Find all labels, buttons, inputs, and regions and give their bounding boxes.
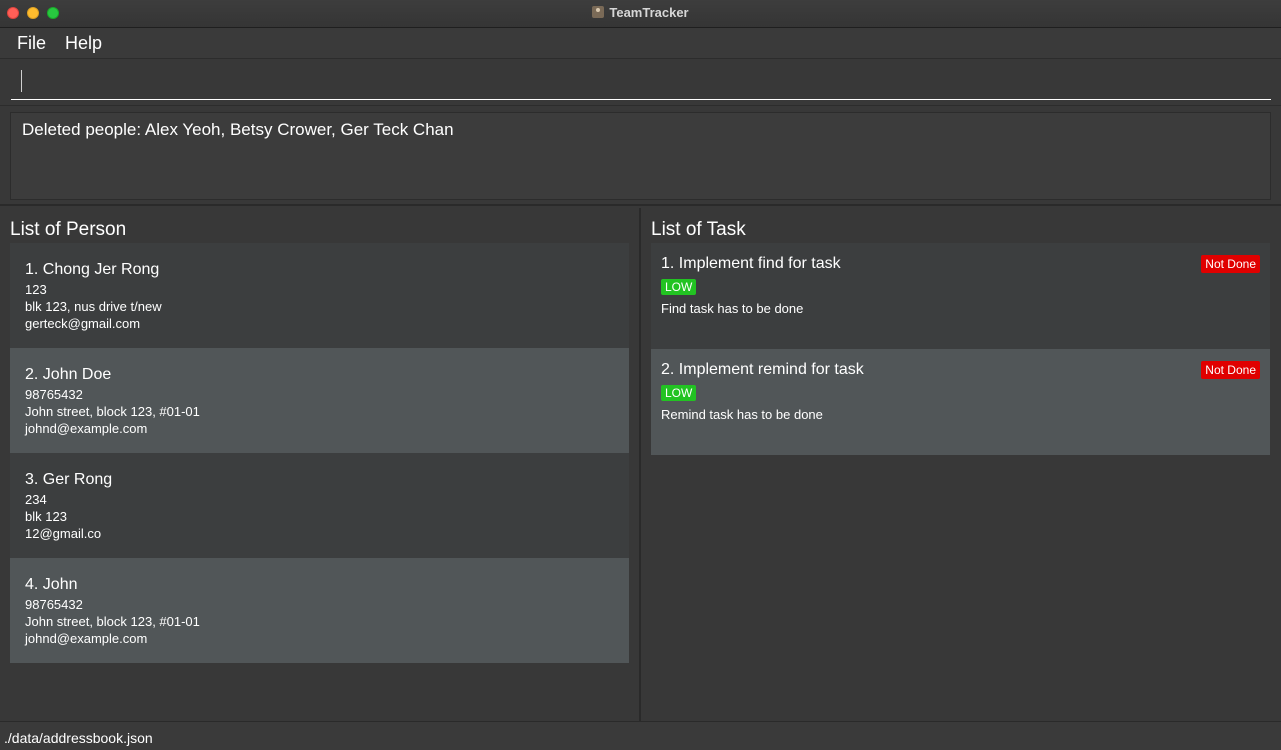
task-status-badge: Not Done (1201, 255, 1260, 273)
menu-file[interactable]: File (17, 33, 46, 54)
task-list-title: List of Task (651, 219, 746, 240)
task-card[interactable]: 2. Implement remind for task Not Done LO… (651, 349, 1270, 455)
person-name: 3. Ger Rong (25, 471, 113, 488)
task-list[interactable]: 1. Implement find for task Not Done LOW … (651, 243, 1270, 455)
task-description: Find task has to be done (661, 301, 804, 316)
person-phone: 98765432 (25, 387, 83, 402)
window-title-wrap: TeamTracker (0, 5, 1281, 20)
person-card[interactable]: 2. John Doe 98765432 John street, block … (10, 348, 629, 453)
person-card[interactable]: 4. John 98765432 John street, block 123,… (10, 558, 629, 663)
status-bar: ./data/addressbook.json (0, 721, 1281, 750)
task-description: Remind task has to be done (661, 407, 823, 422)
person-list[interactable]: 1. Chong Jer Rong 123 blk 123, nus drive… (10, 243, 629, 663)
person-panel: List of Person 1. Chong Jer Rong 123 blk… (0, 208, 639, 721)
person-phone: 123 (25, 282, 47, 297)
task-panel: List of Task 1. Implement find for task … (641, 208, 1281, 721)
task-status-badge: Not Done (1201, 361, 1260, 379)
person-list-title: List of Person (10, 219, 127, 240)
person-phone: 234 (25, 492, 47, 507)
title-bar: TeamTracker (0, 0, 1281, 28)
task-priority-badge: LOW (661, 279, 697, 295)
app-icon (592, 6, 605, 18)
command-input[interactable] (11, 67, 1271, 100)
task-title: 1. Implement find for task (661, 255, 841, 272)
command-box (0, 59, 1281, 106)
person-card[interactable]: 1. Chong Jer Rong 123 blk 123, nus drive… (10, 243, 629, 348)
person-email: 12@gmail.co (25, 526, 102, 541)
person-email: johnd@example.com (25, 421, 148, 436)
person-phone: 98765432 (25, 597, 83, 612)
menu-help[interactable]: Help (65, 33, 102, 54)
person-name: 1. Chong Jer Rong (25, 261, 160, 278)
app-window: TeamTracker File Help Deleted people: Al… (0, 0, 1281, 750)
result-display: Deleted people: Alex Yeoh, Betsy Crower,… (0, 106, 1281, 206)
task-card[interactable]: 1. Implement find for task Not Done LOW … (651, 243, 1270, 349)
data-file-path: ./data/addressbook.json (4, 730, 153, 746)
person-address: blk 123 (25, 509, 67, 524)
result-text: Deleted people: Alex Yeoh, Betsy Crower,… (10, 112, 1271, 200)
menu-bar: File Help (0, 28, 1281, 59)
person-card[interactable]: 3. Ger Rong 234 blk 123 12@gmail.co (10, 453, 629, 558)
person-name: 4. John (25, 576, 78, 593)
person-email: johnd@example.com (25, 631, 148, 646)
text-caret (21, 70, 22, 92)
person-email: gerteck@gmail.com (25, 316, 141, 331)
person-name: 2. John Doe (25, 366, 112, 383)
person-address: John street, block 123, #01-01 (25, 614, 200, 629)
person-address: John street, block 123, #01-01 (25, 404, 200, 419)
task-title: 2. Implement remind for task (661, 361, 864, 378)
window-title: TeamTracker (609, 5, 689, 20)
person-address: blk 123, nus drive t/new (25, 299, 162, 314)
task-priority-badge: LOW (661, 385, 697, 401)
